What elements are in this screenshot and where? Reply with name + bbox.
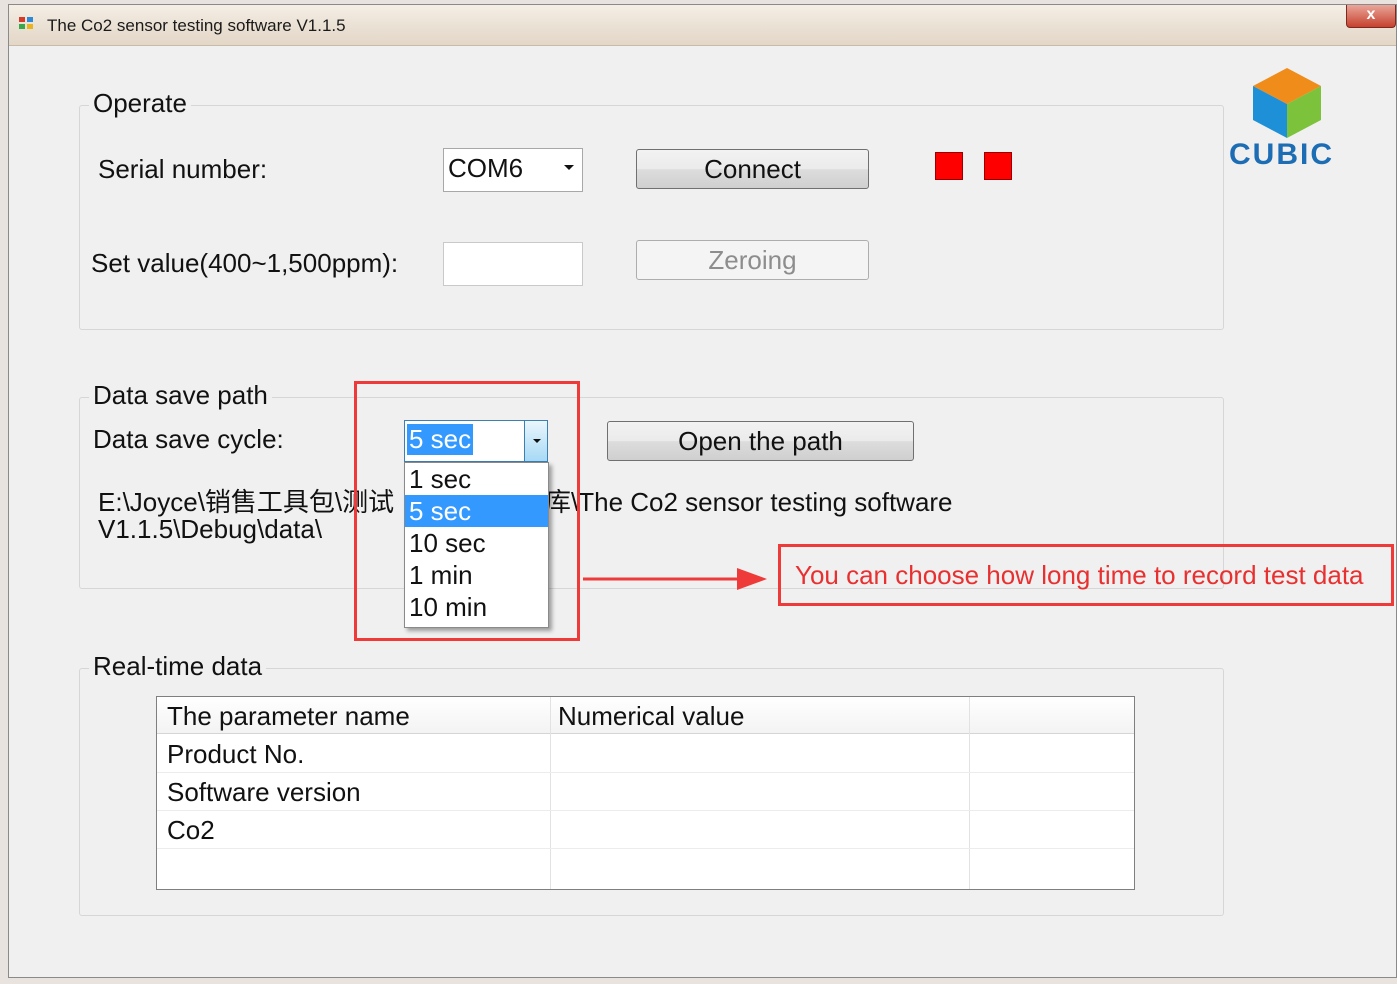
status-indicator-2 [984, 152, 1012, 180]
cubic-logo-text: CUBIC [1229, 138, 1334, 171]
set-value-label: Set value(400~1,500ppm): [91, 248, 399, 278]
table-row: Product No. [167, 739, 305, 769]
main-client-area: CUBIC Operate Serial number: COM6 Connec… [9, 46, 1396, 977]
table-row: Co2 [167, 815, 215, 845]
realtime-table: The parameter name Numerical value Produ… [156, 696, 1135, 890]
arrow-right-icon [583, 568, 767, 590]
status-indicator-1 [935, 152, 963, 180]
serial-port-value: COM6 [448, 153, 524, 183]
annotation-text: You can choose how long time to record t… [795, 560, 1364, 590]
open-path-button[interactable]: Open the path [607, 421, 914, 461]
serial-port-select[interactable]: COM6 [443, 148, 583, 192]
save-path-text-1b: 库\The Co2 sensor testing software [545, 487, 953, 517]
app-icon [19, 17, 35, 31]
connect-button[interactable]: Connect [636, 149, 869, 189]
column-header-parameter[interactable]: The parameter name [167, 701, 410, 732]
table-row: Software version [167, 777, 361, 807]
chevron-down-icon [564, 165, 574, 170]
data-save-legend: Data save path [89, 380, 272, 411]
close-button[interactable]: x [1346, 5, 1396, 28]
column-header-value[interactable]: Numerical value [558, 701, 744, 732]
zeroing-button[interactable]: Zeroing [636, 240, 869, 280]
app-window: The Co2 sensor testing software V1.1.5 x… [8, 4, 1397, 978]
operate-legend: Operate [89, 88, 191, 119]
save-path-text-2: V1.1.5\Debug\data\ [98, 514, 323, 544]
window-title: The Co2 sensor testing software V1.1.5 [47, 16, 346, 35]
operate-group [79, 105, 1224, 330]
serial-number-label: Serial number: [98, 154, 268, 184]
data-save-cycle-label: Data save cycle: [93, 424, 284, 454]
dropdown-highlight-box [354, 381, 580, 641]
title-bar[interactable]: The Co2 sensor testing software V1.1.5 x [9, 5, 1396, 46]
realtime-legend: Real-time data [89, 651, 267, 682]
set-value-input[interactable] [443, 242, 583, 286]
cubic-logo-icon [1253, 68, 1321, 138]
